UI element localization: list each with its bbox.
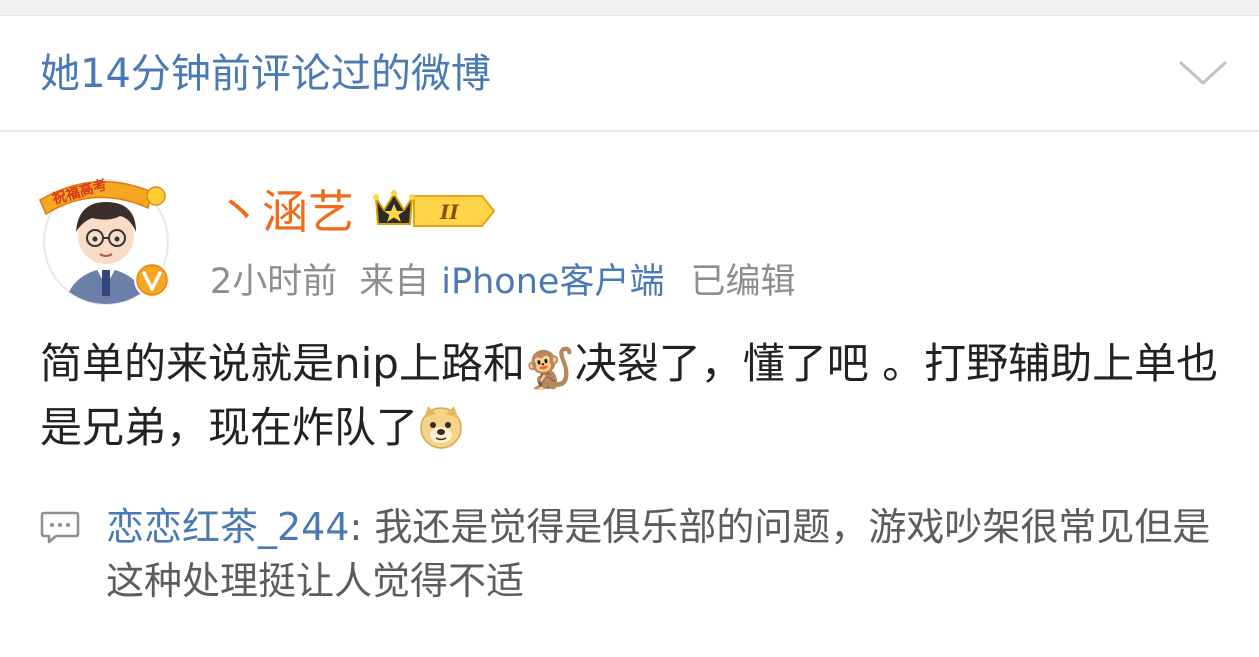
avatar[interactable]: 祝福高考 — [34, 162, 182, 310]
comment-separator: : — [349, 505, 375, 549]
svg-text:II: II — [439, 200, 459, 224]
source-link[interactable]: iPhone客户端 — [441, 262, 664, 302]
comment-text-block: 恋恋红茶_244: 我还是觉得是俱乐部的问题，游戏吵架很常见但是这种处理挺让人觉… — [106, 500, 1216, 608]
monkey-emoji: 🐒 — [524, 346, 575, 392]
edited-label: 已编辑 — [690, 262, 796, 302]
post-text-part1: 简单的来说就是nip上路和 — [40, 339, 525, 388]
post-body: 简单的来说就是nip上路和🐒决裂了，懂了吧 。打野辅助上单也是兄弟，现在炸队了 — [40, 332, 1230, 460]
vip-crown-badge-icon[interactable]: II — [370, 188, 496, 234]
comment-icon — [40, 511, 80, 544]
section-title: 她14分钟前评论过的微博 — [40, 51, 491, 97]
top-divider-strip — [0, 0, 1259, 16]
post-meta: 2小时前 来自 iPhone客户端 已编辑 — [210, 258, 817, 306]
section-header: 她14分钟前评论过的微博 — [0, 16, 1259, 132]
verified-badge-icon — [134, 262, 170, 298]
author-name[interactable]: 丶涵艺 — [216, 182, 354, 242]
commenter-name[interactable]: 恋恋红茶_244 — [106, 505, 350, 549]
weibo-post: 祝福高考 丶涵艺 II 2小时前 来自 iPhone客户端 已编辑 简单的来说就是ni… — [0, 132, 1259, 657]
chevron-down-icon[interactable] — [1178, 54, 1228, 90]
source-prefix: 来自 — [359, 262, 430, 302]
post-time: 2小时前 — [210, 262, 338, 302]
doge-icon — [420, 406, 462, 449]
